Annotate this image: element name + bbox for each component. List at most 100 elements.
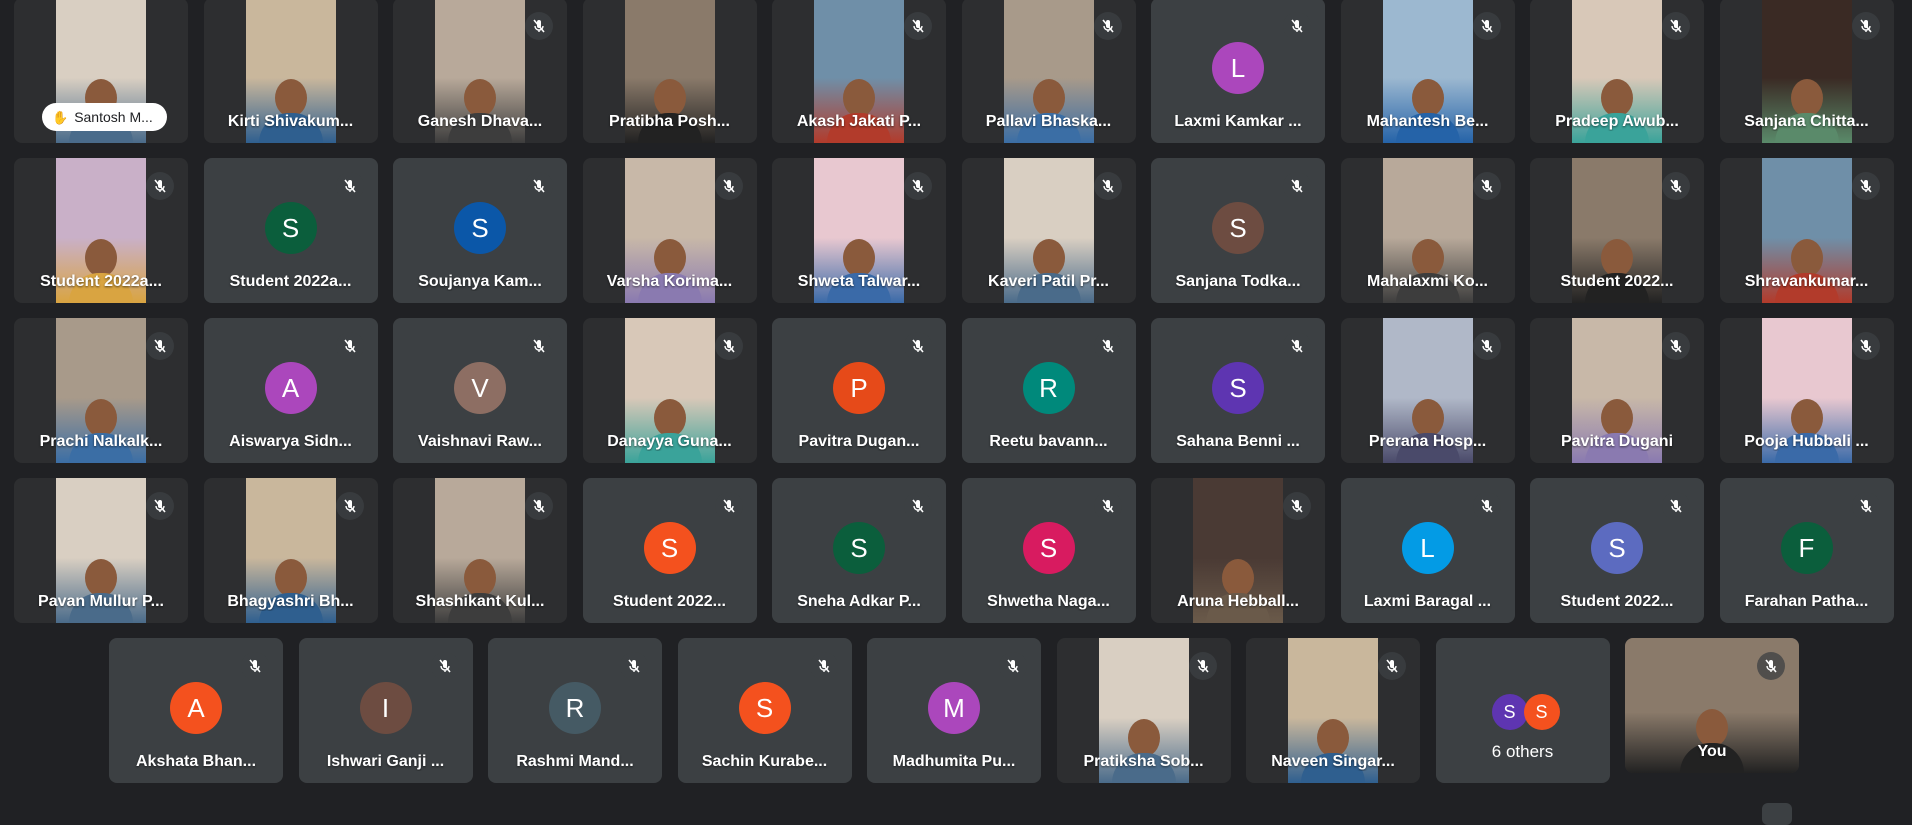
participant-tile[interactable]: A Aiswarya Sidn... [203,318,378,463]
participant-tile[interactable]: Student 2022a... [14,158,188,303]
participant-tile[interactable]: Akash Jakati P... [772,0,946,143]
mic-off-icon [1283,172,1311,200]
participant-tile[interactable]: S Student 2022... [1530,478,1704,623]
avatar: S [643,522,696,574]
participant-tile[interactable]: M Madhumita Pu... [867,638,1041,783]
participant-tile[interactable]: Bhagyashri Bh... [203,478,378,623]
participant-tile[interactable]: Ganesh Dhava... [393,0,567,143]
participant-tile[interactable]: I Ishwari Ganji ... [298,638,473,783]
mic-off-icon [1283,12,1311,40]
participant-tile[interactable]: S Sneha Adkar P... [772,478,946,623]
others-label: 6 others [1491,742,1554,761]
person-silhouette [69,239,133,303]
participant-tile[interactable]: S Student 2022... [582,478,757,623]
participant-tile[interactable]: You [1625,638,1799,773]
mic-off-icon [1662,492,1690,520]
mic-off-icon [525,492,553,520]
mic-off-icon [904,492,932,520]
participant-tile[interactable]: Danayya Guna... [582,318,757,463]
participant-tile[interactable]: Pallavi Bhaska... [961,0,1136,143]
mic-off-icon [1188,652,1217,680]
participant-tile[interactable]: S Shwetha Naga... [961,478,1136,623]
participant-tile[interactable]: Varsha Korima... [582,158,757,303]
participant-tile[interactable]: Shweta Talwar... [772,158,946,303]
person-silhouette [69,559,133,623]
participant-tile[interactable]: Pavan Mullur P... [14,478,188,623]
mic-off-icon [714,332,743,360]
avatar: S [1022,522,1075,574]
mic-off-icon [1093,172,1122,200]
participant-tile[interactable]: R Reetu bavann... [961,318,1136,463]
participant-tile[interactable]: Kirti Shivakum... [203,0,378,143]
participant-tile[interactable]: Pratibha Posh... [582,0,757,143]
participant-name: Prachi Nalkalk... [39,433,163,450]
participant-tile[interactable]: Shashikant Kul... [393,478,567,623]
mic-off-icon [1851,12,1880,40]
participant-name: Shweta Talwar... [797,273,921,290]
participant-tile[interactable]: R Rashmi Mand... [488,638,662,783]
participant-tile[interactable]: Mahalaxmi Ko... [1340,158,1515,303]
participant-tile[interactable]: P Pavitra Dugan... [772,318,946,463]
participant-tile[interactable]: S Soujanya Kam... [393,158,567,303]
mic-off-icon [241,652,269,680]
mic-off-icon [1093,12,1122,40]
person-silhouette [637,399,702,463]
participant-tile[interactable]: S Sachin Kurabe... [677,638,852,783]
participant-name: Santosh M... [74,109,153,125]
mic-off-icon [1093,332,1122,360]
avatar: R [1022,362,1075,414]
mic-off-icon [620,652,648,680]
person-silhouette [1016,239,1081,303]
participant-tile[interactable]: Prerana Hosp... [1340,318,1515,463]
participant-tile[interactable]: L Laxmi Kamkar ... [1151,0,1325,143]
person-silhouette [827,79,891,143]
participant-tile[interactable]: Shravankumar... [1719,158,1894,303]
participant-tile[interactable]: Aruna Hebball... [1151,478,1325,623]
avatar: R [549,682,601,734]
avatar: I [359,682,412,734]
avatar: S [454,202,506,254]
others-avatars: SS [1491,694,1562,730]
mic-off-icon [146,332,174,360]
participant-tile[interactable]: Naveen Singar... [1246,638,1420,783]
mini-avatar: S [1491,694,1528,730]
others-tile[interactable]: SS 6 others [1435,638,1610,783]
participant-tile[interactable]: Sanjana Chitta... [1719,0,1894,143]
mic-off-icon [335,492,364,520]
participant-tile[interactable]: F Farahan Patha... [1719,478,1894,623]
mini-avatar: S [1523,694,1560,730]
participant-tile[interactable]: Pooja Hubbali ... [1719,318,1894,463]
participant-tile[interactable]: Pavitra Dugani [1530,318,1704,463]
participant-tile[interactable]: Prachi Nalkalk... [14,318,188,463]
participant-name: Student 2022a... [229,273,352,290]
participant-tile[interactable]: Kaveri Patil Pr... [961,158,1136,303]
mic-off-icon [525,332,553,360]
avatar: S [1591,522,1643,574]
participant-name: Pallavi Bhaska... [985,113,1112,130]
person-silhouette [1395,79,1460,143]
participant-tile[interactable]: S Sanjana Todka... [1151,158,1325,303]
mic-off-icon [1662,172,1690,200]
person-silhouette [69,399,133,463]
participant-name: Student 2022... [1560,273,1674,290]
avatar: S [1212,202,1264,254]
participant-name: Bhagyashri Bh... [227,593,354,610]
participant-tile[interactable]: ✋ Santosh M... [14,0,188,143]
participant-tile[interactable]: S Sahana Benni ... [1151,318,1325,463]
participant-tile[interactable]: Pratiksha Sob... [1056,638,1231,783]
participant-tile[interactable]: Student 2022... [1530,158,1704,303]
participant-tile[interactable]: S Student 2022a... [203,158,378,303]
participant-name: Pradeep Awub... [1555,113,1679,130]
participant-tile[interactable]: V Vaishnavi Raw... [393,318,567,463]
participant-tile[interactable]: Pradeep Awub... [1530,0,1704,143]
participant-tile[interactable]: L Laxmi Baragal ... [1340,478,1515,623]
participant-name: Sanjana Chitta... [1744,113,1869,130]
mic-off-icon [999,652,1027,680]
person-silhouette [1206,559,1270,623]
mic-off-icon [1283,332,1311,360]
participant-name: Akshata Bhan... [135,753,257,770]
mic-off-icon [335,332,364,360]
person-silhouette [258,79,323,143]
participant-tile[interactable]: A Akshata Bhan... [109,638,283,783]
participant-tile[interactable]: Mahantesh Be... [1340,0,1515,143]
